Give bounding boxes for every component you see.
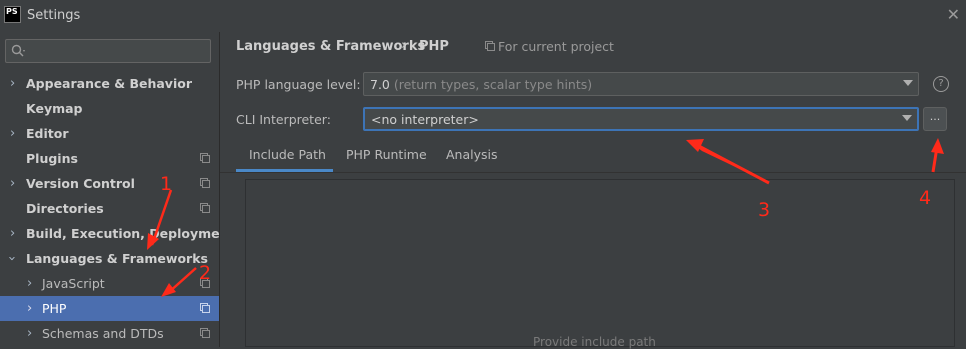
sidebar-item-label: Languages & Frameworks <box>26 251 208 266</box>
chevron-down-icon[interactable] <box>903 80 913 86</box>
language-level-select[interactable]: 7.0 (return types, scalar type hints) <box>363 72 919 96</box>
sidebar-item-label: JavaScript <box>42 276 105 291</box>
php-settings-panel: Languages & Frameworks › PHP For current… <box>220 32 966 349</box>
scope-label: For current project <box>498 39 614 54</box>
annotation-label-1: 1 <box>160 173 173 195</box>
breadcrumb-current: PHP <box>419 39 449 54</box>
breadcrumb-separator: › <box>401 38 407 53</box>
project-scope-icon <box>200 303 210 313</box>
phpstorm-logo-icon: PS <box>4 6 21 23</box>
chevron-down-icon[interactable]: › <box>4 256 19 261</box>
project-scope-icon <box>485 41 495 51</box>
settings-search-box[interactable] <box>5 39 211 63</box>
sidebar-item-build-execution-deployment[interactable]: › Build, Execution, Deployment <box>0 221 234 246</box>
sidebar-item-label: Directories <box>26 201 104 216</box>
sidebar-item-plugins[interactable]: Plugins <box>0 146 219 171</box>
sidebar-item-label: Schemas and DTDs <box>42 326 164 341</box>
sidebar-item-appearance-behavior[interactable]: › Appearance & Behavior <box>0 71 219 96</box>
sidebar-item-label: Build, Execution, Deployment <box>26 226 235 241</box>
project-scope-icon <box>200 328 210 338</box>
chevron-right-icon[interactable]: › <box>10 126 15 141</box>
chevron-right-icon[interactable]: › <box>27 301 32 316</box>
sidebar-item-javascript[interactable]: › JavaScript <box>0 271 219 296</box>
tab-php-runtime[interactable]: PHP Runtime <box>346 147 427 162</box>
sidebar-item-label: Plugins <box>26 151 78 166</box>
sidebar-item-label: Version Control <box>26 176 135 191</box>
close-icon[interactable]: ✕ <box>947 5 960 24</box>
annotation-label-3: 3 <box>758 199 771 221</box>
sidebar-item-label: Keymap <box>26 101 83 116</box>
sidebar-item-languages-frameworks[interactable]: › Languages & Frameworks <box>0 246 219 271</box>
language-level-value: 7.0 (return types, scalar type hints) <box>370 77 593 92</box>
help-icon[interactable]: ? <box>933 76 949 92</box>
chevron-down-icon[interactable] <box>902 115 912 121</box>
chevron-right-icon[interactable]: › <box>10 226 15 241</box>
chevron-right-icon[interactable]: › <box>27 326 32 341</box>
include-path-list[interactable] <box>245 179 955 347</box>
tabs-divider <box>220 172 966 173</box>
sidebar-item-version-control[interactable]: › Version Control <box>0 171 219 196</box>
search-input[interactable] <box>32 42 211 62</box>
cli-interpreter-label: CLI Interpreter: <box>236 112 331 127</box>
breadcrumb-parent[interactable]: Languages & Frameworks <box>236 39 425 54</box>
sidebar-item-directories[interactable]: Directories <box>0 196 219 221</box>
title-bar: PS Settings ✕ <box>0 0 966 32</box>
tab-analysis[interactable]: Analysis <box>446 147 498 162</box>
search-icon <box>11 44 25 57</box>
browse-interpreters-button[interactable]: ... <box>923 107 947 131</box>
settings-sidebar: › Appearance & Behavior Keymap › Editor … <box>0 32 234 347</box>
project-scope-icon <box>200 153 210 163</box>
sidebar-item-label: Appearance & Behavior <box>26 76 192 91</box>
project-scope-icon <box>200 178 210 188</box>
language-level-label: PHP language level: <box>236 77 361 92</box>
window-title: Settings <box>27 8 81 23</box>
chevron-right-icon[interactable]: › <box>10 76 15 91</box>
cli-interpreter-select[interactable]: <no interpreter> <box>363 107 919 131</box>
tab-include-path[interactable]: Include Path <box>249 147 326 162</box>
chevron-right-icon[interactable]: › <box>10 176 15 191</box>
sidebar-item-label: Editor <box>26 126 69 141</box>
project-scope-icon <box>200 203 210 213</box>
sidebar-item-keymap[interactable]: Keymap <box>0 96 219 121</box>
annotation-label-4: 4 <box>919 187 932 209</box>
cli-interpreter-value: <no interpreter> <box>371 112 479 127</box>
chevron-right-icon[interactable]: › <box>27 276 32 291</box>
sidebar-item-php[interactable]: › PHP <box>0 296 219 321</box>
sidebar-item-editor[interactable]: › Editor <box>0 121 219 146</box>
sidebar-item-schemas-dtds[interactable]: › Schemas and DTDs <box>0 321 219 346</box>
sidebar-item-label: PHP <box>42 301 67 316</box>
annotation-label-2: 2 <box>199 262 212 284</box>
